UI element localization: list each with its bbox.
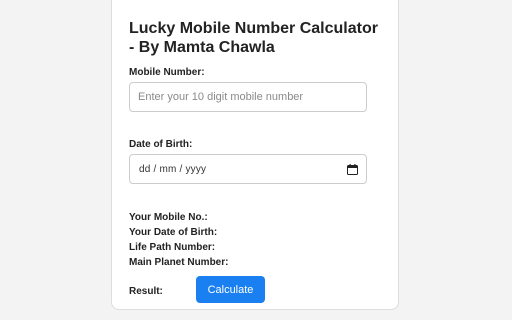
title-line-2: - By Mamta Chawla — [129, 39, 275, 56]
life-path-number-label: Life Path Number: — [129, 242, 216, 253]
date-of-birth-label: Date of Birth: — [129, 139, 193, 150]
date-of-birth-input[interactable]: dd / mm / yyyy — [129, 154, 367, 184]
calculator-card: Lucky Mobile Number Calculator - By Mamt… — [111, 0, 399, 310]
calculate-button[interactable]: Calculate — [196, 276, 265, 303]
title-line-1: Lucky Mobile Number Calculator — [129, 20, 378, 37]
your-date-of-birth-label: Your Date of Birth: — [129, 227, 218, 238]
main-planet-number-label: Main Planet Number: — [129, 257, 229, 268]
calendar-icon[interactable] — [346, 163, 358, 175]
mobile-number-input[interactable] — [129, 82, 367, 112]
mobile-number-label: Mobile Number: — [129, 67, 205, 78]
date-of-birth-value: dd / mm / yyyy — [139, 163, 207, 175]
result-label: Result: — [129, 286, 163, 297]
your-mobile-no-label: Your Mobile No.: — [129, 212, 208, 223]
page-title: Lucky Mobile Number Calculator - By Mamt… — [129, 19, 389, 57]
